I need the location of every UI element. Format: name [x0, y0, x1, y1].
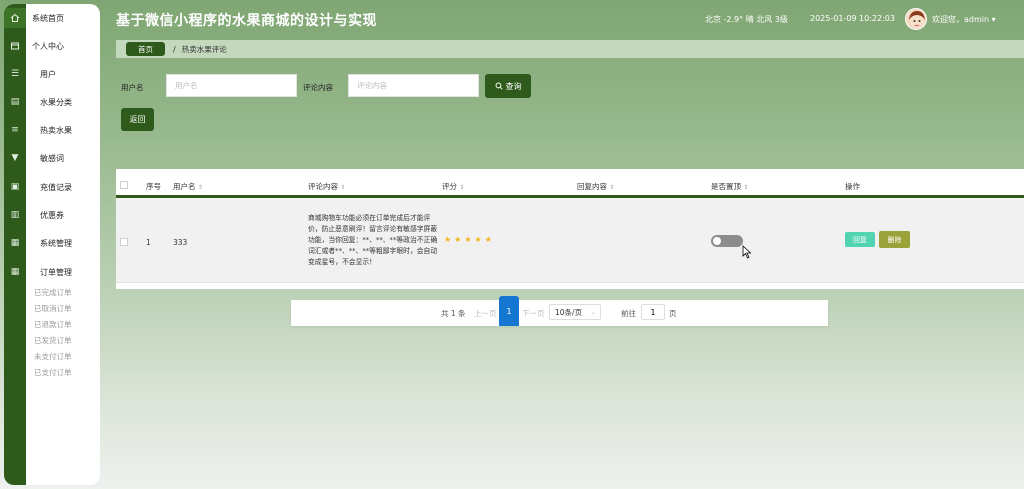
- sidebar-item-label: 用户: [40, 69, 56, 79]
- table-row: 1 333 商城购物车功能必须在订单完成后才能评价，防止恶意刷评！留言评论有敏感…: [116, 198, 1024, 283]
- sidebar-item-orders[interactable]: ▦ 订单管理: [4, 262, 100, 282]
- app-title: 基于微信小程序的水果商城的设计与实现: [116, 13, 377, 29]
- search-button-label: 查询: [505, 81, 522, 91]
- list-icon: ≡: [11, 124, 19, 135]
- user-card-icon: [4, 36, 26, 56]
- col-actions: 操作: [845, 182, 860, 191]
- sort-icon: ⇕: [340, 184, 346, 191]
- sidebar-item-fruit-category[interactable]: ▤ 水果分类: [4, 92, 100, 112]
- avatar[interactable]: [905, 8, 927, 30]
- briefcase-icon: ▣: [10, 181, 20, 192]
- sidebar-item-system[interactable]: ▦ 系统管理: [4, 233, 100, 253]
- pagination-total: 共 1 条: [441, 309, 466, 318]
- weather-info: 北京 -2.9° 晴 北风 3级: [705, 15, 788, 24]
- col-username[interactable]: 用户名 ⇕: [173, 181, 203, 192]
- col-reply-label: 回复内容: [577, 182, 607, 191]
- username-label: 用户名: [121, 83, 144, 92]
- reply-button[interactable]: 回复: [845, 232, 875, 247]
- sidebar: 系统首页 个人中心 ☰ 用户 ▤ 水果分类 ≡ 热卖水果 ▼ 敏感词 ▣ 充值记…: [4, 4, 100, 485]
- sort-icon: ⇕: [459, 184, 465, 191]
- database-icon: ▤: [10, 96, 20, 107]
- rating-stars: ★★★★★: [444, 235, 495, 244]
- col-pinned-label: 是否置顶: [711, 182, 741, 191]
- page-size-value: 10条/页: [555, 307, 583, 317]
- welcome-user-menu[interactable]: 欢迎您，admin ▾: [932, 14, 996, 25]
- table-header: 序号 用户名 ⇕ 评论内容 ⇕ 评分 ⇕ 回复内容 ⇕ 是否置顶 ⇕ 操作: [116, 169, 1024, 198]
- select-all-checkbox[interactable]: [120, 181, 128, 189]
- mouse-cursor-icon: [742, 245, 752, 259]
- sidebar-item-label: 系统管理: [40, 238, 72, 248]
- sidebar-item-label: 充值记录: [40, 182, 72, 192]
- sidebar-item-label: 订单管理: [40, 267, 72, 277]
- comment-label: 评论内容: [303, 83, 333, 92]
- sidebar-item-profile[interactable]: 个人中心: [4, 36, 100, 56]
- row-username: 333: [173, 238, 188, 247]
- pagination-prev[interactable]: 上一页: [474, 308, 497, 319]
- sort-icon: ⇕: [743, 184, 749, 191]
- breadcrumb: 首页 / 热卖水果评论: [116, 40, 1024, 58]
- col-comment-label: 评论内容: [308, 182, 338, 191]
- sidebar-item-users[interactable]: ☰ 用户: [4, 64, 100, 84]
- sidebar-sub-paid-orders[interactable]: 已支付订单: [34, 367, 72, 378]
- delete-button[interactable]: 删除: [879, 231, 910, 248]
- col-index: 序号: [146, 182, 161, 191]
- sidebar-sub-completed-orders[interactable]: 已完成订单: [34, 287, 72, 298]
- grid-icon: ▦: [10, 237, 20, 248]
- toggle-knob: [713, 237, 721, 245]
- sidebar-item-sensitive-words[interactable]: ▼ 敏感词: [4, 148, 100, 168]
- sidebar-item-label: 敏感词: [40, 153, 64, 163]
- search-icon: [495, 82, 503, 90]
- sidebar-sub-shipped-orders[interactable]: 已发货订单: [34, 335, 72, 346]
- row-index: 1: [146, 238, 151, 247]
- grid-icon: ▦: [10, 266, 20, 277]
- col-username-label: 用户名: [173, 182, 196, 191]
- col-comment[interactable]: 评论内容 ⇕: [308, 181, 345, 192]
- username-input[interactable]: [166, 74, 297, 97]
- page-unit-label: 页: [669, 309, 677, 318]
- chevron-down-icon: ▾: [991, 15, 996, 24]
- sidebar-item-home[interactable]: 系统首页: [4, 8, 100, 28]
- sidebar-item-label: 个人中心: [32, 41, 64, 51]
- comment-input[interactable]: [348, 74, 479, 97]
- sidebar-sub-unpaid-orders[interactable]: 未支付订单: [34, 351, 72, 362]
- sidebar-item-recharge[interactable]: ▣ 充值记录: [4, 177, 100, 197]
- sidebar-item-hot-fruit[interactable]: ≡ 热卖水果: [4, 120, 100, 140]
- goto-page-input[interactable]: [641, 304, 665, 320]
- sidebar-item-label: 系统首页: [32, 13, 64, 23]
- breadcrumb-home[interactable]: 首页: [126, 42, 165, 56]
- breadcrumb-current: 热卖水果评论: [181, 44, 227, 54]
- row-comment: 商城购物车功能必须在订单完成后才能评价，防止恶意刷评！留言评论有敏感字屏蔽功能，…: [308, 214, 438, 266]
- home-icon: [4, 8, 26, 28]
- pagination: 共 1 条 上一页 1 下一页 10条/页 ⌄ 前往 页: [291, 296, 828, 326]
- filter-icon: ▼: [11, 152, 19, 163]
- page-size-select[interactable]: 10条/页 ⌄: [549, 304, 601, 320]
- welcome-text: 欢迎您，admin: [932, 15, 990, 24]
- breadcrumb-separator: /: [173, 44, 176, 54]
- header-datetime: 2025-01-09 10:22:03: [810, 14, 895, 23]
- col-pinned[interactable]: 是否置顶 ⇕: [711, 181, 748, 192]
- search-button[interactable]: 查询: [485, 74, 531, 98]
- pagination-next[interactable]: 下一页: [522, 308, 545, 319]
- sidebar-item-coupon[interactable]: ▥ 优惠券: [4, 205, 100, 225]
- sidebar-item-label: 优惠券: [40, 210, 64, 220]
- sidebar-sub-refunded-orders[interactable]: 已退款订单: [34, 319, 72, 330]
- sort-icon: ⇕: [609, 184, 615, 191]
- row-checkbox[interactable]: [120, 238, 128, 246]
- pin-toggle[interactable]: [711, 235, 743, 247]
- sort-icon: ⇕: [197, 184, 203, 191]
- sidebar-item-label: 水果分类: [40, 97, 72, 107]
- sliders-icon: ☰: [10, 68, 20, 79]
- col-rating[interactable]: 评分 ⇕: [442, 181, 464, 192]
- goto-label: 前往: [621, 309, 636, 318]
- clipboard-icon: ▥: [10, 209, 20, 220]
- comments-table: 序号 用户名 ⇕ 评论内容 ⇕ 评分 ⇕ 回复内容 ⇕ 是否置顶 ⇕ 操作 1 …: [116, 169, 1024, 289]
- col-reply[interactable]: 回复内容 ⇕: [577, 181, 614, 192]
- sidebar-sub-cancelled-orders[interactable]: 已取消订单: [34, 303, 72, 314]
- sidebar-item-label: 热卖水果: [40, 125, 72, 135]
- pagination-current-page[interactable]: 1: [499, 296, 519, 326]
- chevron-down-icon: ⌄: [590, 308, 596, 316]
- back-button[interactable]: 返回: [121, 108, 154, 131]
- col-rating-label: 评分: [442, 182, 457, 191]
